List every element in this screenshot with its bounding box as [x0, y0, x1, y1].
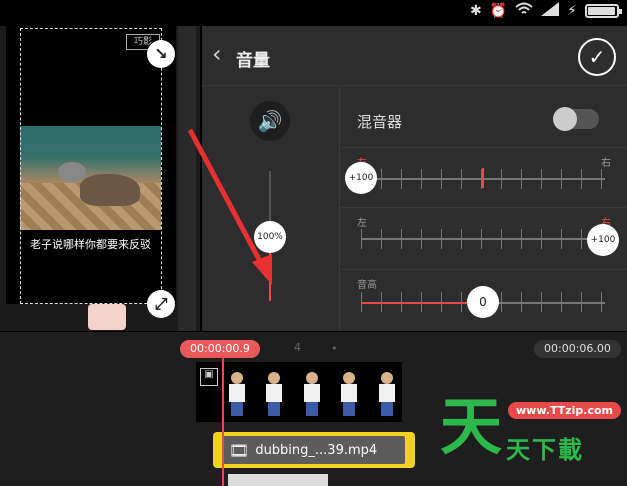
check-icon: ✓	[588, 45, 606, 69]
video-thumbnail	[369, 362, 402, 422]
current-time-badge: 00:00:00.9	[180, 340, 260, 358]
left-channel-label: 左	[357, 218, 367, 229]
confirm-button[interactable]: ✓	[578, 38, 616, 76]
layer-selection-box[interactable]	[20, 28, 162, 304]
volume-panel: ‹ 音量 ✓ 🔊 100% 混音器 左 右 +100 左 右 +100 音高	[202, 26, 627, 331]
chevron-left-icon: ‹	[212, 40, 222, 68]
volume-slider-knob[interactable]: 100%	[254, 221, 286, 253]
resize-handle[interactable]: ⤢	[147, 290, 175, 318]
wifi-icon	[515, 2, 533, 20]
mixer-section: 混音器 左 右 +100 左 右 +100 音高 0	[341, 87, 627, 331]
volume-panel-header: ‹ 音量 ✓	[202, 26, 627, 86]
resize-arrows-icon: ⤢	[154, 294, 168, 313]
mute-button[interactable]: 🔊	[250, 101, 290, 141]
image-clip-icon: ▣	[200, 368, 218, 386]
site-watermark-logo: 天 www.TTzip.com 天下載	[440, 390, 621, 472]
master-volume-section: 🔊 100%	[202, 87, 340, 331]
signal-icon	[541, 2, 560, 20]
video-thumbnail	[256, 362, 289, 422]
video-frame-legs	[88, 304, 126, 330]
video-thumbnail	[294, 362, 327, 422]
preview-side-strip	[178, 26, 196, 331]
balance-slider-2[interactable]: 左 右 +100	[341, 207, 627, 269]
pitch-slider[interactable]: 音高 0	[341, 269, 627, 331]
alarm-icon: ⏰	[489, 3, 508, 19]
video-track[interactable]	[196, 362, 402, 422]
pitch-knob[interactable]: 0	[467, 286, 499, 318]
battery-icon	[585, 4, 622, 18]
dot-marker: •	[331, 342, 338, 355]
charging-icon: ⚡	[567, 3, 577, 19]
audio-clip[interactable]: 🎞 dubbing_...39.mp4	[213, 432, 415, 468]
audio-clip-name: dubbing_...39.mp4	[255, 442, 378, 458]
status-icons: ✱ ⏰ ⚡	[469, 2, 622, 20]
balance-knob-1[interactable]: +100	[345, 162, 377, 194]
film-icon: 🎞	[229, 440, 250, 460]
bluetooth-icon: ✱	[469, 3, 482, 19]
back-button[interactable]: ‹	[212, 40, 222, 68]
second-marker: 4	[294, 341, 301, 354]
mixer-label: 混音器	[357, 113, 403, 131]
pitch-label: 音高	[357, 280, 377, 291]
rotate-handle[interactable]: ↘	[147, 40, 175, 68]
logo-glyph: 天	[440, 390, 503, 463]
total-time-badge: 00:00:06.00	[534, 340, 621, 358]
lower-track-clip[interactable]	[228, 474, 328, 486]
logo-subtext: 天下載	[506, 436, 584, 464]
balance-knob-2[interactable]: +100	[587, 224, 619, 256]
balance-slider-1[interactable]: 左 右 +100	[341, 147, 627, 207]
panel-title: 音量	[236, 51, 270, 71]
speaker-icon: 🔊	[257, 109, 283, 133]
logo-url: www.TTzip.com	[508, 402, 621, 419]
video-thumbnail	[331, 362, 364, 422]
right-channel-label: 右	[601, 158, 611, 169]
mixer-toggle[interactable]	[553, 107, 599, 131]
playhead[interactable]	[222, 358, 224, 486]
rotate-arrow-icon: ↘	[154, 44, 168, 63]
